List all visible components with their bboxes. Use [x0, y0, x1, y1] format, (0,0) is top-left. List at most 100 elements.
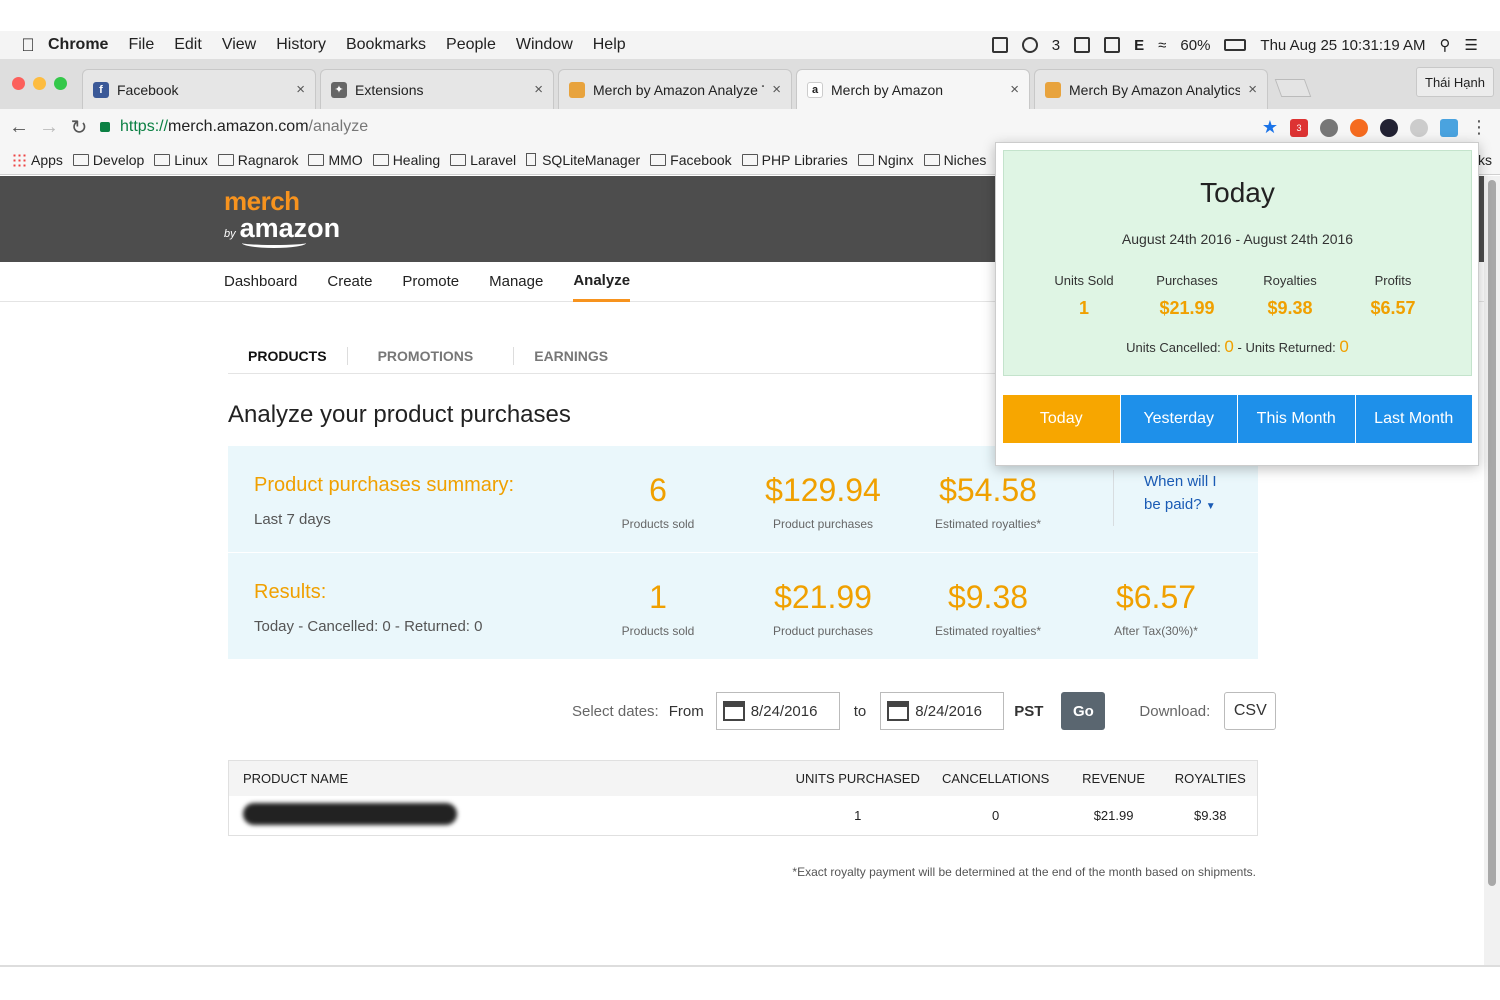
dropbox-icon[interactable]	[1074, 37, 1091, 53]
royalty-footnote: *Exact royalty payment will be determine…	[792, 865, 1256, 879]
sync-icon[interactable]	[1021, 37, 1038, 53]
bookmark-sqlitemanager[interactable]: SQLiteManager	[526, 152, 640, 168]
back-icon[interactable]: ←	[4, 116, 34, 139]
logo-merch-text: merch	[224, 186, 300, 216]
subtab-products[interactable]: PRODUCTS	[228, 346, 348, 365]
header-royalties[interactable]: ROYALTIES	[1163, 760, 1258, 796]
today-button[interactable]: Today	[1003, 395, 1121, 443]
close-icon[interactable]: ×	[772, 81, 781, 98]
close-icon[interactable]: ×	[1010, 81, 1019, 98]
close-icon[interactable]: ×	[296, 81, 305, 98]
url-scheme: https://	[120, 118, 169, 135]
to-date-input[interactable]: 8/24/2016	[880, 692, 1005, 730]
last-month-button[interactable]: Last Month	[1355, 395, 1472, 443]
menu-window[interactable]: Window	[516, 36, 573, 54]
popup-units-stat: Units Sold 1	[1032, 273, 1136, 319]
new-tab-button[interactable]	[1274, 79, 1312, 97]
reload-icon[interactable]: ↻	[64, 115, 94, 140]
list-icon[interactable]: ☰	[1465, 36, 1478, 54]
tab-extensions[interactable]: ✦ Extensions ×	[320, 69, 554, 109]
kebab-menu-icon[interactable]: ⋮	[1470, 117, 1488, 138]
bookmark-apps[interactable]: Apps	[12, 152, 63, 168]
this-month-button[interactable]: This Month	[1238, 395, 1356, 443]
calendar-icon	[722, 701, 745, 721]
tab-merch-analytics[interactable]: Merch By Amazon Analytics - ×	[1034, 69, 1268, 109]
results-royalties-label: Estimated royalties*	[934, 624, 1042, 638]
nav-dashboard[interactable]: Dashboard	[224, 262, 297, 302]
eyedropper-icon[interactable]	[1320, 118, 1338, 137]
header-units-purchased[interactable]: UNITS PURCHASED	[787, 760, 928, 796]
bookmark-niches[interactable]: Niches	[923, 152, 986, 168]
tab-facebook[interactable]: f Facebook ×	[82, 69, 316, 109]
when-paid-link[interactable]: When will I be paid? ▼	[1113, 470, 1258, 526]
subtab-promotions[interactable]: PROMOTIONS	[348, 346, 515, 365]
close-icon[interactable]: ×	[534, 81, 543, 98]
from-date-input[interactable]: 8/24/2016	[715, 692, 840, 730]
menu-people[interactable]: People	[446, 36, 496, 54]
header-cancellations[interactable]: CANCELLATIONS	[927, 760, 1064, 796]
results-row: Results: Today - Cancelled: 0 - Returned…	[228, 553, 1258, 659]
nav-analyze[interactable]: Analyze	[573, 262, 631, 302]
profile-button[interactable]: Thái Hạnh	[1416, 67, 1494, 97]
nav-manage[interactable]: Manage	[489, 262, 543, 302]
extension-orange-icon[interactable]	[1350, 118, 1368, 137]
merch-analytics-ext-icon[interactable]	[1440, 118, 1458, 137]
tab-merch-by-amazon[interactable]: a Merch by Amazon ×	[796, 69, 1030, 109]
merch-logo[interactable]: merch by amazon	[224, 188, 340, 248]
extension-dark-icon[interactable]	[1380, 118, 1398, 137]
badge-count[interactable]: 3	[1052, 37, 1060, 54]
nav-create[interactable]: Create	[327, 262, 372, 302]
bookmark-ragnarok[interactable]: Ragnarok	[217, 152, 298, 168]
bookmark-php-libraries[interactable]: PHP Libraries	[741, 152, 848, 168]
bookmarks-overflow[interactable]: ks	[1478, 152, 1492, 168]
menu-bookmarks[interactable]: Bookmarks	[346, 36, 426, 54]
csv-button[interactable]: CSV	[1224, 692, 1277, 730]
wifi-icon[interactable]: ≈	[1158, 37, 1166, 54]
film-icon[interactable]	[991, 37, 1008, 53]
url-field[interactable]: https:// merch.amazon.com /analyze	[100, 115, 368, 139]
minimize-window-button[interactable]	[33, 77, 46, 90]
maximize-window-button[interactable]	[54, 77, 67, 90]
bookmark-healing[interactable]: Healing	[372, 152, 440, 168]
close-icon[interactable]: ×	[1248, 81, 1257, 98]
product-name-cell	[229, 796, 788, 836]
bookmark-mmo[interactable]: MMO	[308, 152, 363, 168]
clock[interactable]: Thu Aug 25 10:31:19 AM	[1260, 37, 1425, 54]
bookmark-nginx[interactable]: Nginx	[857, 152, 914, 168]
bookmark-laravel[interactable]: Laravel	[450, 152, 516, 168]
calendar-ext-icon[interactable]: 3	[1290, 118, 1308, 137]
analytics-popup: Today August 24th 2016 - August 24th 201…	[995, 142, 1479, 466]
battery-icon[interactable]	[1224, 39, 1247, 51]
timezone-label: PST	[1014, 702, 1044, 720]
subtab-earnings[interactable]: EARNINGS	[514, 347, 628, 365]
menu-history[interactable]: History	[276, 36, 326, 54]
header-product-name[interactable]: PRODUCT NAME	[228, 760, 788, 796]
battery-percent[interactable]: 60%	[1180, 37, 1210, 54]
go-button[interactable]: Go	[1061, 692, 1106, 730]
display-icon[interactable]	[1104, 37, 1121, 53]
nav-promote[interactable]: Promote	[402, 262, 459, 302]
bookmark-linux[interactable]: Linux	[154, 152, 208, 168]
folder-icon	[741, 153, 758, 166]
search-icon[interactable]: ⚲	[1440, 36, 1451, 54]
menu-file[interactable]: File	[128, 36, 154, 54]
scrollbar-thumb[interactable]	[1488, 180, 1496, 886]
header-revenue[interactable]: REVENUE	[1063, 760, 1164, 796]
bookmark-facebook[interactable]: Facebook	[650, 152, 732, 168]
menu-view[interactable]: View	[222, 36, 256, 54]
menu-help[interactable]: Help	[593, 36, 626, 54]
apple-icon[interactable]: 	[8, 35, 48, 56]
yesterday-button[interactable]: Yesterday	[1120, 395, 1238, 443]
extension-grey-icon[interactable]	[1410, 118, 1428, 137]
summary-purchases-value: $129.94	[765, 472, 881, 508]
input-source-indicator[interactable]: E	[1134, 37, 1144, 54]
results-after-tax-value: $6.57	[1115, 579, 1197, 615]
menu-app-name[interactable]: Chrome	[48, 36, 108, 54]
star-icon[interactable]: ★	[1262, 117, 1278, 138]
results-royalties-stat: $9.38 Estimated royalties*	[903, 579, 1073, 638]
close-window-button[interactable]	[12, 77, 25, 90]
tab-merch-analyze-tool[interactable]: Merch by Amazon Analyze Too ×	[558, 69, 792, 109]
bookmark-develop[interactable]: Develop	[72, 152, 144, 168]
forward-icon[interactable]: →	[34, 116, 64, 139]
menu-edit[interactable]: Edit	[174, 36, 202, 54]
